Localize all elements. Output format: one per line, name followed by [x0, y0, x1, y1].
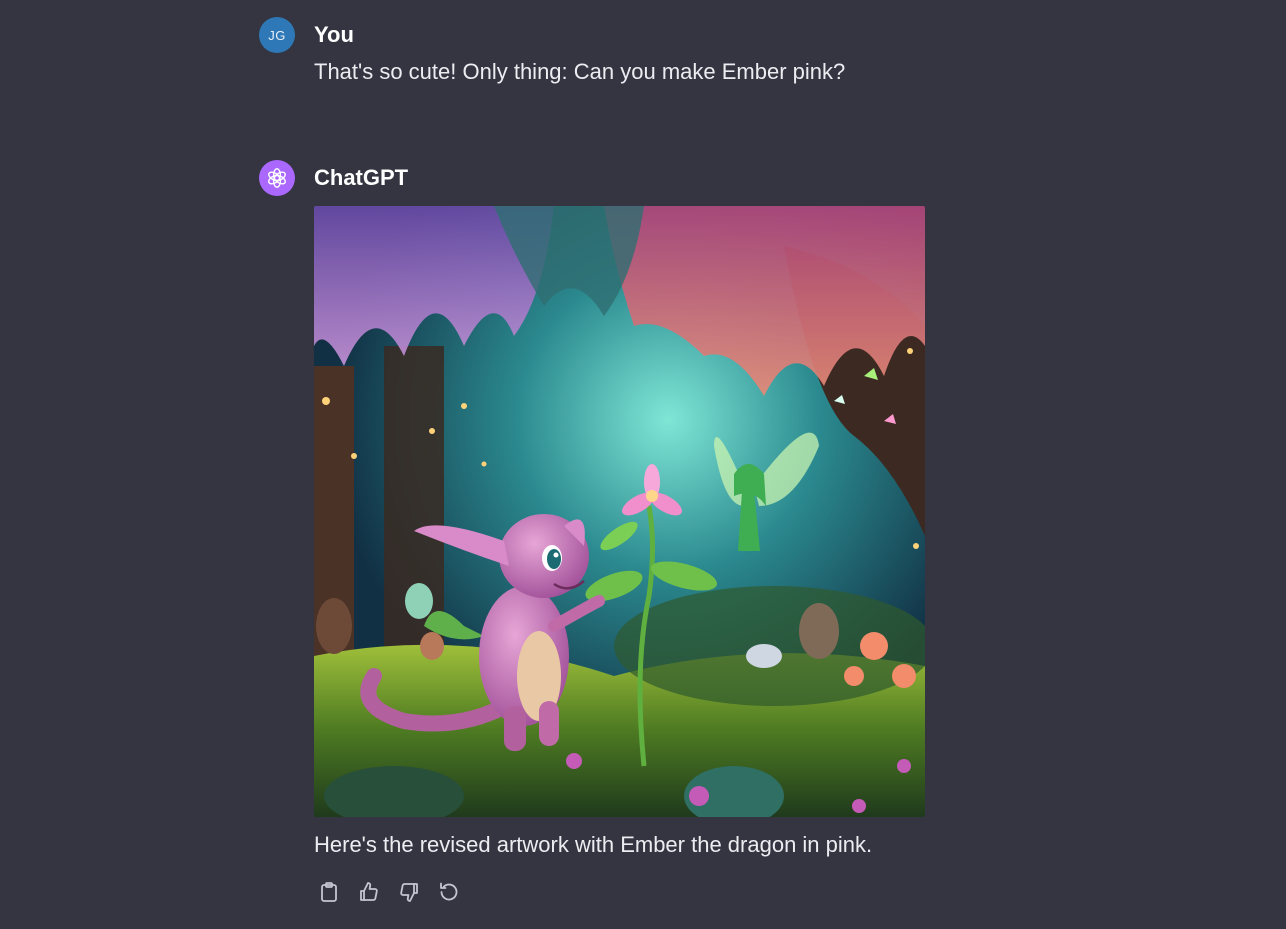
user-message: JG You That's so cute! Only thing: Can y… — [259, 17, 845, 86]
copy-button[interactable] — [316, 879, 342, 905]
regenerate-button[interactable] — [436, 879, 462, 905]
author-name: You — [314, 22, 354, 47]
user-avatar: JG — [259, 17, 295, 53]
message-text: Here's the revised artwork with Ember th… — [314, 832, 873, 857]
openai-logo-icon — [268, 168, 286, 188]
dragon-artwork — [314, 206, 925, 817]
assistant-message: ChatGPT Here's the revised artwork with … — [259, 160, 925, 905]
clipboard-icon — [321, 882, 337, 902]
chat-thread: JG You That's so cute! Only thing: Can y… — [0, 0, 1286, 929]
thumbs-down-icon — [400, 883, 418, 902]
author-name: ChatGPT — [314, 165, 409, 190]
message-content: ChatGPT Here's the revised artwork with … — [314, 160, 925, 905]
message-actions — [316, 879, 925, 905]
avatar-initials: JG — [268, 27, 286, 43]
generated-image[interactable] — [314, 206, 925, 817]
thumbs-down-button[interactable] — [396, 879, 422, 905]
thumbs-up-button[interactable] — [356, 879, 382, 905]
thumbs-up-icon — [360, 882, 378, 901]
message-text: That's so cute! Only thing: Can you make… — [314, 59, 846, 84]
message-content: You That's so cute! Only thing: Can you … — [314, 17, 845, 86]
regenerate-icon — [440, 882, 458, 901]
assistant-avatar — [259, 160, 295, 196]
